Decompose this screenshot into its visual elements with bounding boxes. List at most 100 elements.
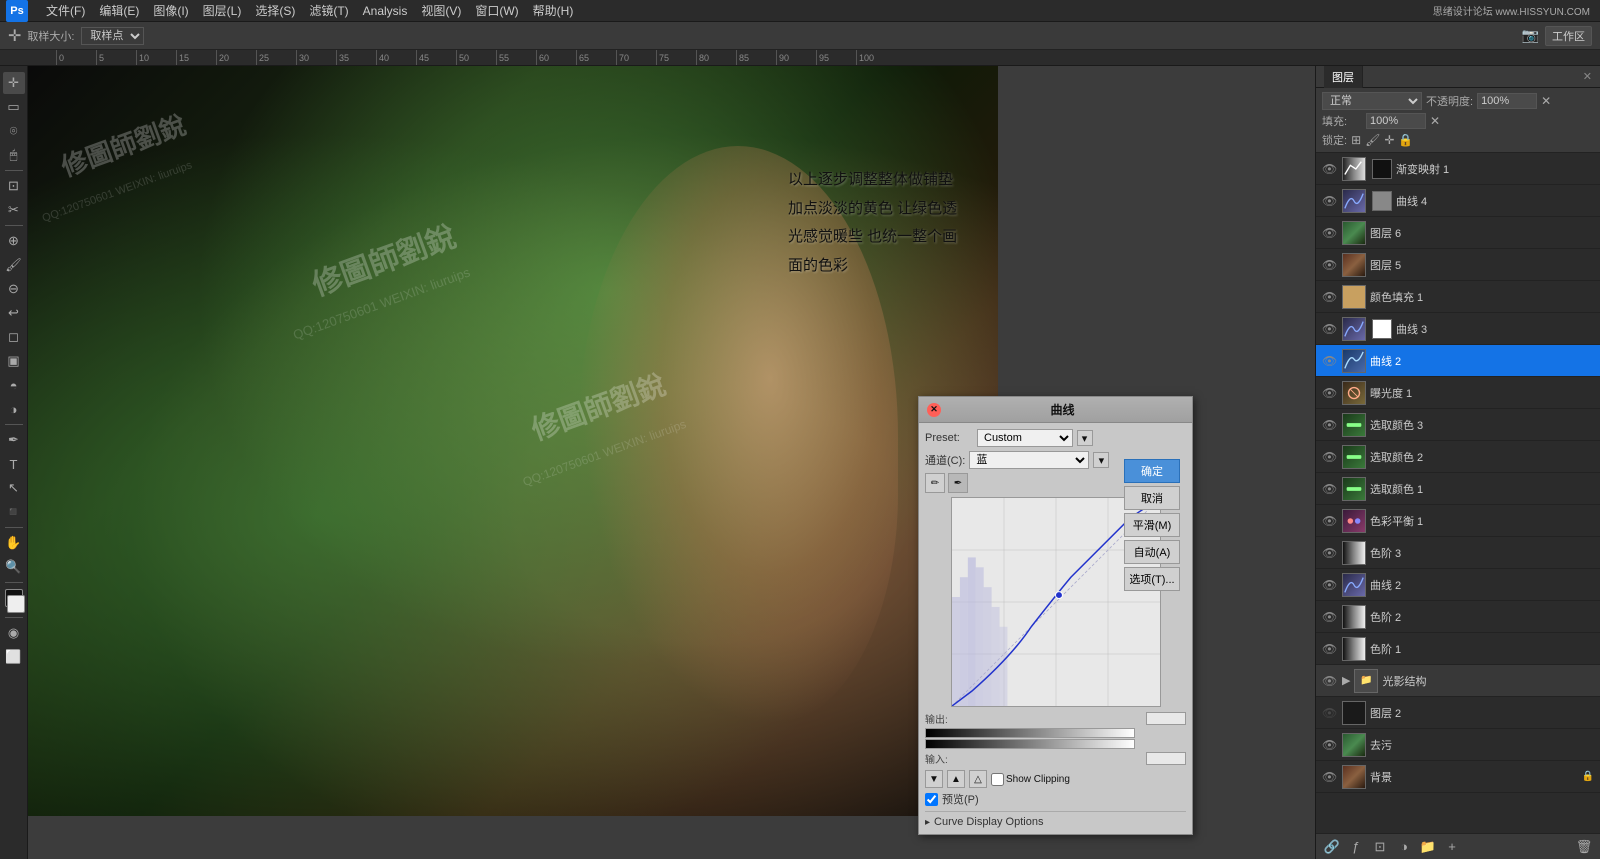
- show-clipping-toggle[interactable]: Show Clipping: [991, 773, 1070, 786]
- curve-pencil-tool[interactable]: ✏: [925, 473, 945, 493]
- black-point-eyedropper[interactable]: ▼: [925, 770, 943, 788]
- lasso-tool[interactable]: ⌾: [3, 120, 25, 142]
- layer-visibility-icon[interactable]: 👁: [1322, 226, 1338, 240]
- layer-visibility-icon[interactable]: 👁: [1322, 642, 1338, 656]
- opacity-close[interactable]: ✕: [1541, 94, 1551, 108]
- menu-help[interactable]: 帮助(H): [533, 2, 574, 19]
- opacity-input[interactable]: [1477, 93, 1537, 109]
- layer-group-item[interactable]: 👁 ▶ 📁 光影结构: [1316, 665, 1600, 697]
- layer-item[interactable]: 👁 色阶 1: [1316, 633, 1600, 665]
- preset-dropdown-btn[interactable]: ▾: [1077, 430, 1093, 446]
- shape-tool[interactable]: ◾: [3, 501, 25, 523]
- zoom-tool[interactable]: 🔍: [3, 556, 25, 578]
- menu-view[interactable]: 视图(V): [421, 2, 461, 19]
- channel-select[interactable]: 蓝: [969, 451, 1089, 469]
- layer-item[interactable]: 👁 色阶 3: [1316, 537, 1600, 569]
- layer-visibility-icon[interactable]: 👁: [1322, 386, 1338, 400]
- fill-close[interactable]: ✕: [1430, 114, 1440, 128]
- lock-position-icon[interactable]: ✛: [1384, 133, 1394, 147]
- smooth-button[interactable]: 平滑(M): [1124, 513, 1180, 537]
- crop-tool[interactable]: ⊡: [3, 175, 25, 197]
- layer-item[interactable]: 👁 选取颜色 2: [1316, 441, 1600, 473]
- layer-visibility-icon[interactable]: 👁: [1322, 322, 1338, 336]
- layer-visibility-icon[interactable]: 👁: [1322, 546, 1338, 560]
- layer-item[interactable]: 👁 选取颜色 1: [1316, 473, 1600, 505]
- brush-tool[interactable]: 🖌: [3, 254, 25, 276]
- path-select-tool[interactable]: ↖: [3, 477, 25, 499]
- delete-layer-btn[interactable]: 🗑: [1574, 837, 1594, 857]
- layer-item[interactable]: 👁 曲线 2: [1316, 569, 1600, 601]
- layer-item[interactable]: 👁 背景 🔒: [1316, 761, 1600, 793]
- gradient-tool[interactable]: ▣: [3, 350, 25, 372]
- layer-visibility-icon[interactable]: 👁: [1322, 418, 1338, 432]
- lock-paint-icon[interactable]: 🖌: [1365, 133, 1380, 147]
- menu-image[interactable]: 图像(I): [153, 2, 188, 19]
- history-brush[interactable]: ↩: [3, 302, 25, 324]
- layer-visibility-icon[interactable]: 👁: [1322, 674, 1338, 688]
- layer-item[interactable]: 👁 曝光度 1: [1316, 377, 1600, 409]
- channel-dropdown-btn[interactable]: ▾: [1093, 452, 1109, 468]
- lock-transparency-icon[interactable]: ⊞: [1351, 133, 1361, 147]
- layer-item[interactable]: 👁 去污: [1316, 729, 1600, 761]
- dialog-close-button[interactable]: ✕: [927, 403, 941, 417]
- layer-visibility-icon[interactable]: 👁: [1322, 450, 1338, 464]
- panel-close-icon[interactable]: ✕: [1583, 70, 1592, 83]
- link-layers-btn[interactable]: 🔗: [1322, 837, 1342, 857]
- layers-tab[interactable]: 图层: [1324, 66, 1363, 88]
- move-tool-icon[interactable]: ✛: [8, 26, 21, 46]
- white-point-eyedropper[interactable]: △: [969, 770, 987, 788]
- layer-visibility-icon[interactable]: 👁: [1322, 578, 1338, 592]
- options-button[interactable]: 选项(T)...: [1124, 567, 1180, 591]
- workspace-button[interactable]: 工作区: [1545, 26, 1592, 46]
- layer-visibility-icon[interactable]: 👁: [1322, 770, 1338, 784]
- layer-item[interactable]: 👁 曲线 4: [1316, 185, 1600, 217]
- layer-visibility-icon[interactable]: 👁: [1322, 290, 1338, 304]
- cancel-button[interactable]: 取消: [1124, 486, 1180, 510]
- move-tool[interactable]: ✛: [3, 72, 25, 94]
- output-value-input[interactable]: [1146, 712, 1186, 725]
- layer-item[interactable]: 👁 图层 5: [1316, 249, 1600, 281]
- input-value-input[interactable]: [1146, 752, 1186, 765]
- layer-item[interactable]: 👁 曲线 3: [1316, 313, 1600, 345]
- layer-item[interactable]: 👁 渐变映射 1: [1316, 153, 1600, 185]
- blend-mode-select[interactable]: 正常: [1322, 92, 1422, 110]
- image-canvas[interactable]: 修圖師劉銳 QQ:120750601 WEIXIN: liuruips 修圖師劉…: [28, 66, 998, 816]
- text-tool[interactable]: T: [3, 453, 25, 475]
- gray-point-eyedropper[interactable]: ▲: [947, 770, 965, 788]
- quick-mask[interactable]: ◉: [3, 622, 25, 644]
- new-layer-btn[interactable]: +: [1442, 837, 1462, 857]
- add-style-btn[interactable]: ƒ: [1346, 837, 1366, 857]
- pen-tool[interactable]: ✒: [3, 429, 25, 451]
- menu-layer[interactable]: 图层(L): [203, 2, 242, 19]
- layer-visibility-icon[interactable]: 👁: [1322, 706, 1338, 720]
- stamp-tool[interactable]: ⊖: [3, 278, 25, 300]
- preset-select[interactable]: Custom: [977, 429, 1073, 447]
- active-layer-item[interactable]: 👁 曲线 2: [1316, 345, 1600, 377]
- menu-file[interactable]: 文件(F): [46, 2, 85, 19]
- selection-tool[interactable]: ▭: [3, 96, 25, 118]
- layer-item[interactable]: 👁 图层 6: [1316, 217, 1600, 249]
- sample-size-select[interactable]: 取样点: [81, 27, 144, 45]
- menu-analysis[interactable]: Analysis: [363, 4, 408, 18]
- heal-tool[interactable]: ⊕: [3, 230, 25, 252]
- menu-select[interactable]: 选择(S): [255, 2, 295, 19]
- layer-item[interactable]: 👁 色彩平衡 1: [1316, 505, 1600, 537]
- new-adjustment-btn[interactable]: ◑: [1394, 837, 1414, 857]
- layer-visibility-icon[interactable]: 👁: [1322, 354, 1338, 368]
- blur-tool[interactable]: ◓: [3, 374, 25, 396]
- menu-window[interactable]: 窗口(W): [475, 2, 518, 19]
- curve-display-options[interactable]: ▸ Curve Display Options: [925, 811, 1186, 828]
- dodge-tool[interactable]: ◑: [3, 398, 25, 420]
- menu-filter[interactable]: 滤镜(T): [309, 2, 348, 19]
- add-mask-btn[interactable]: ⊡: [1370, 837, 1390, 857]
- layer-item[interactable]: 👁 选取颜色 3: [1316, 409, 1600, 441]
- group-collapse-icon[interactable]: ▶: [1342, 674, 1350, 687]
- curves-dialog-title[interactable]: ✕ 曲线: [919, 397, 1192, 423]
- auto-button[interactable]: 自动(A): [1124, 540, 1180, 564]
- layer-item[interactable]: 👁 颜色填充 1: [1316, 281, 1600, 313]
- fill-input[interactable]: [1366, 113, 1426, 129]
- layer-visibility-icon[interactable]: 👁: [1322, 738, 1338, 752]
- hand-tool[interactable]: ✋: [3, 532, 25, 554]
- layer-visibility-icon[interactable]: 👁: [1322, 162, 1338, 176]
- preview-checkbox[interactable]: [925, 793, 938, 806]
